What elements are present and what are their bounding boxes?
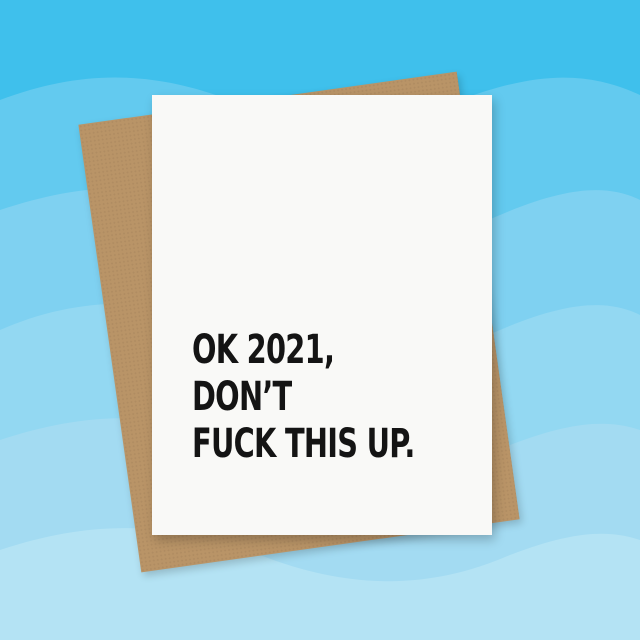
product-photo: OK 2021, DON’T FUCK THIS UP. [0, 0, 640, 640]
card-line-2: DON’T [192, 374, 292, 420]
card-line-1: OK 2021, [192, 327, 335, 373]
card-message: OK 2021, DON’T FUCK THIS UP. [192, 327, 501, 468]
card-line-3: FUCK THIS UP. [192, 421, 415, 467]
greeting-card: OK 2021, DON’T FUCK THIS UP. [152, 95, 492, 535]
